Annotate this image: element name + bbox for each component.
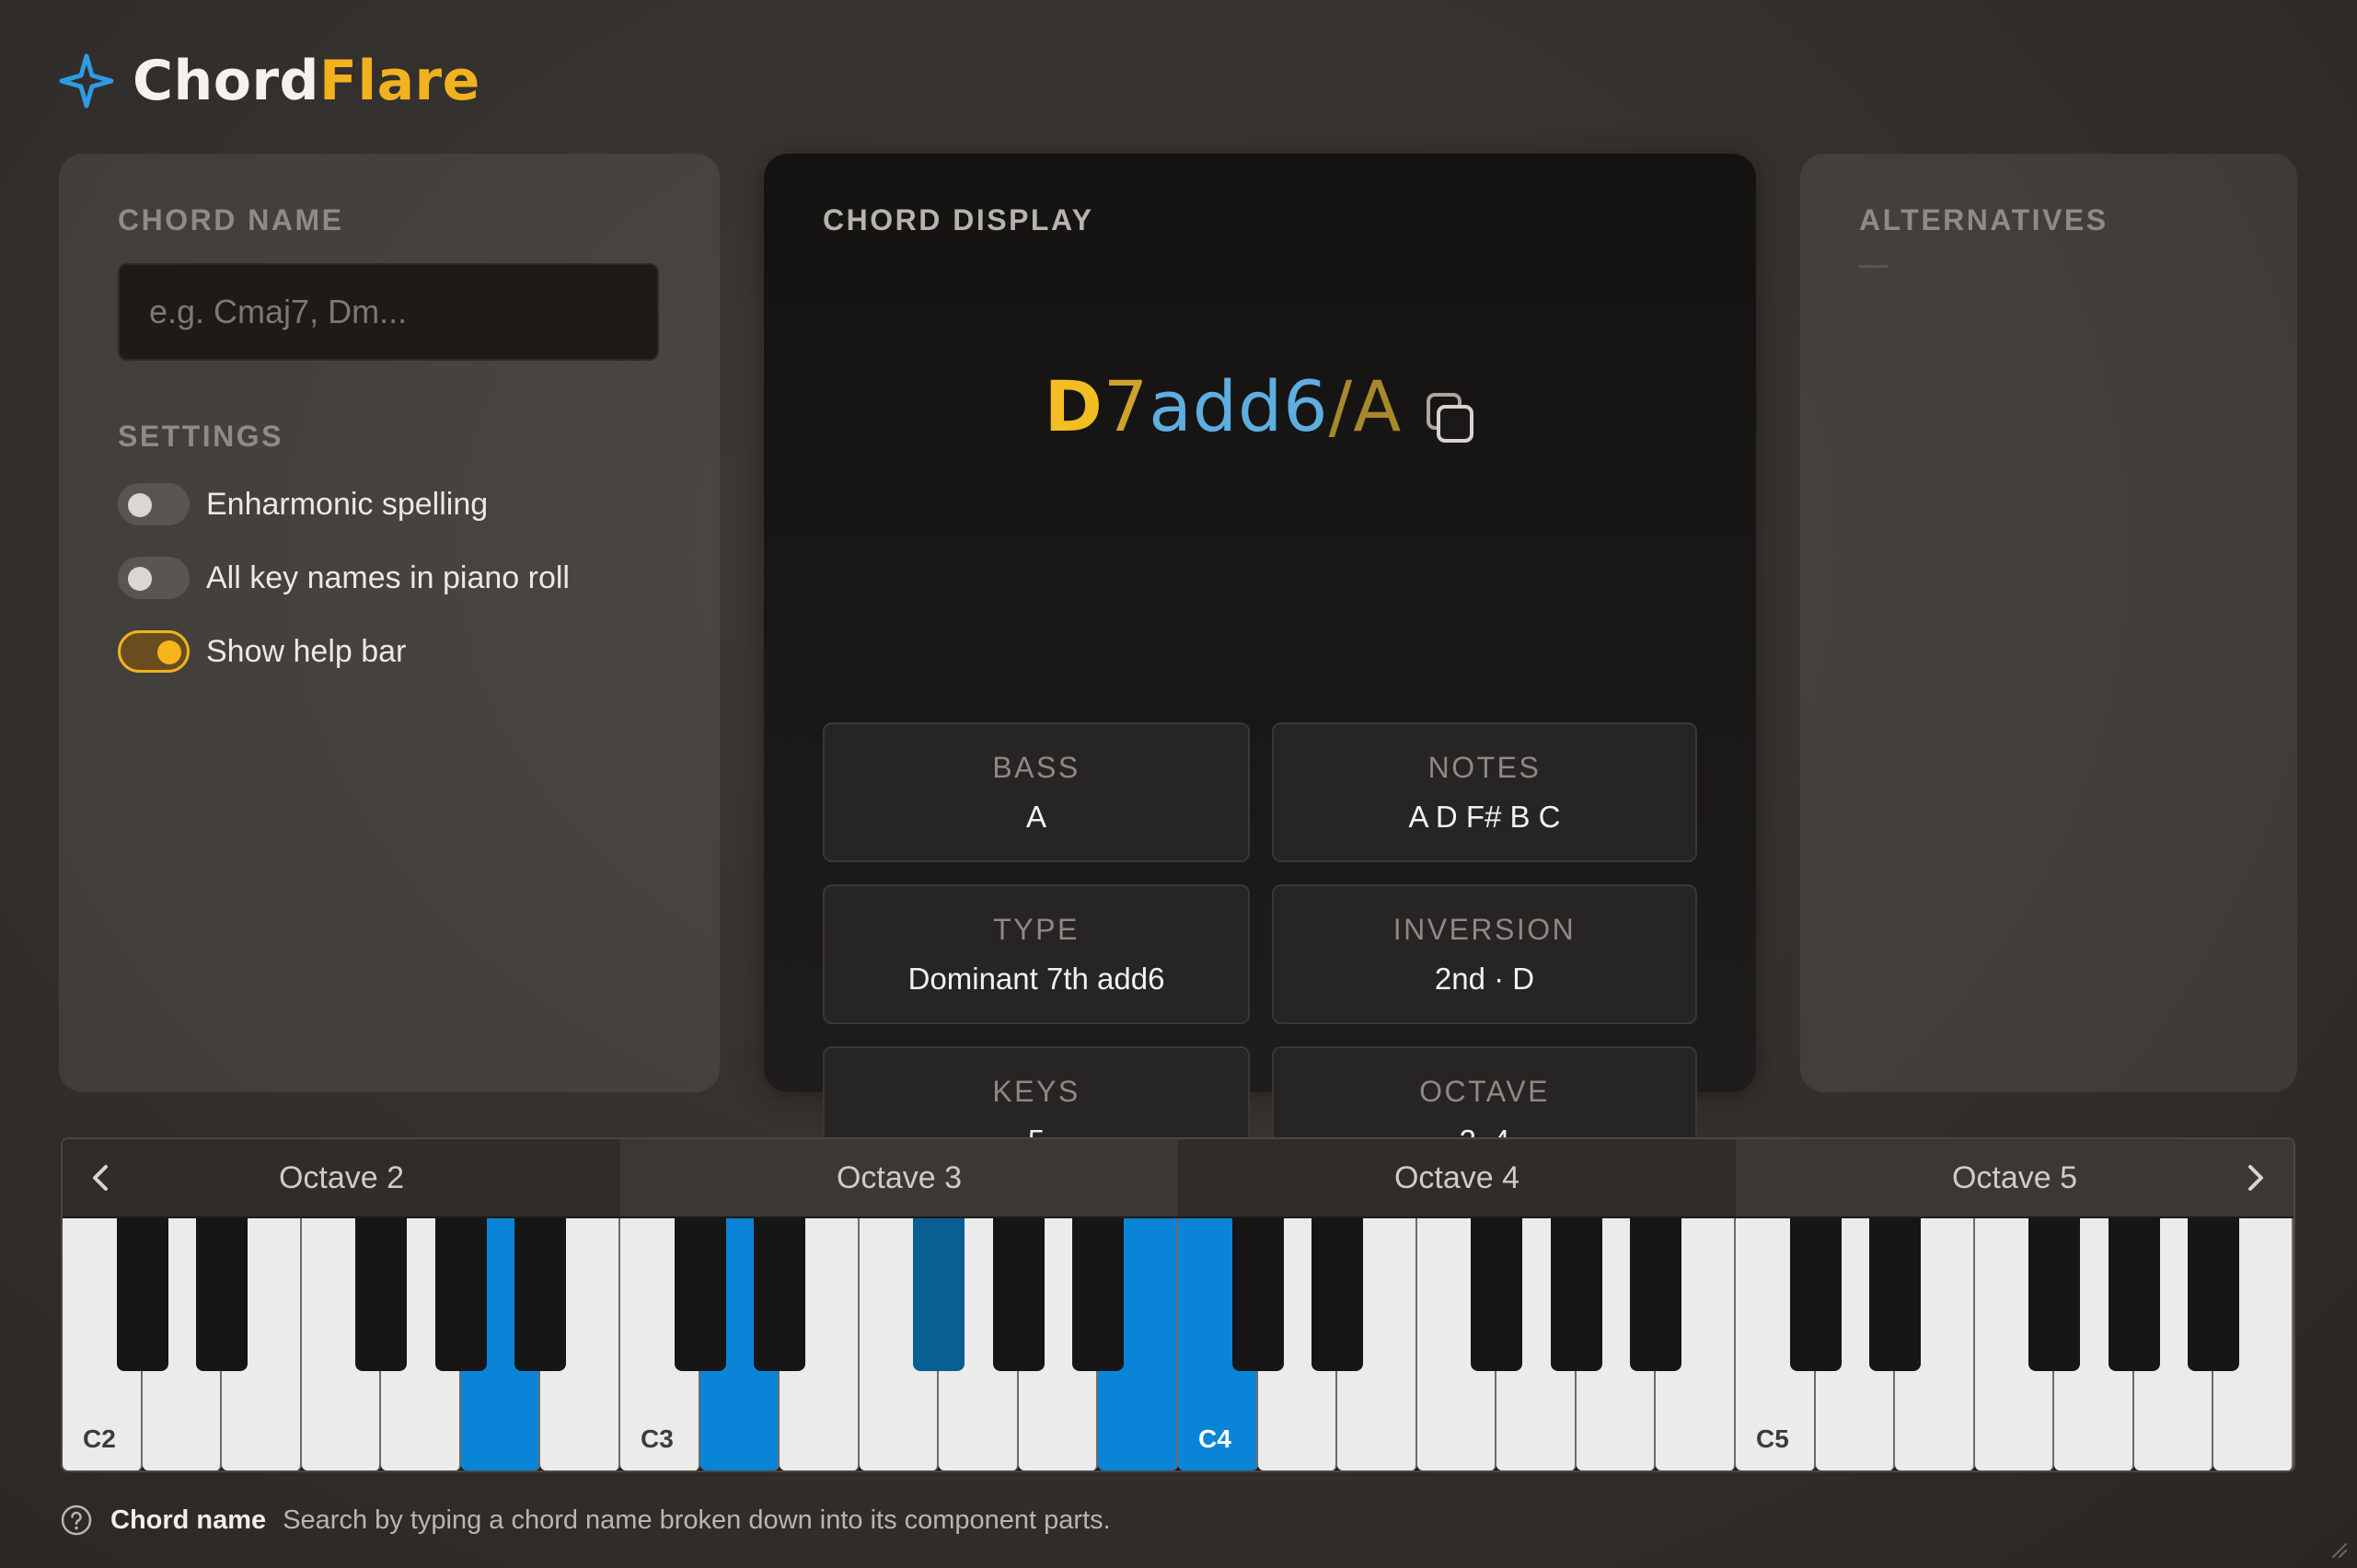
enharmonic-spelling-toggle[interactable] [118, 483, 190, 525]
tab-octave-5[interactable]: Octave 5 [1736, 1139, 2293, 1216]
all-key-names-toggle[interactable] [118, 557, 190, 599]
key-label: C2 [83, 1424, 116, 1453]
piano-roll: Octave 2 Octave 3 Octave 4 Octave 5 C2 C3… [61, 1137, 2295, 1472]
chord-display-panel: CHORD DISPLAY D7add6/A BASS A NOTES A D … [764, 154, 1756, 1186]
help-text: Search by typing a chord name broken dow… [283, 1505, 1111, 1535]
info-label: NOTES [1427, 750, 1542, 784]
alternatives-empty-dash [1859, 265, 1889, 268]
piano-key-fs2[interactable] [355, 1218, 408, 1371]
help-title: Chord name [110, 1505, 267, 1535]
chevron-right-icon[interactable] [2236, 1159, 2273, 1196]
app-title-part1: Chord [133, 49, 320, 113]
piano-key-as2[interactable] [514, 1218, 567, 1371]
all-key-names-label: All key names in piano roll [206, 559, 570, 595]
chord-name-input[interactable] [118, 263, 659, 361]
show-help-bar-toggle[interactable] [118, 630, 190, 673]
tab-octave-3[interactable]: Octave 3 [620, 1139, 1178, 1216]
setting-enharmonic-row: Enharmonic spelling [118, 481, 661, 527]
piano-key-cs5[interactable] [1789, 1218, 1842, 1371]
alternatives-panel: ALTERNATIVES [1800, 154, 2297, 1092]
chord-quality: add6 [1149, 365, 1329, 447]
chord-root: D [1044, 365, 1103, 447]
info-label: TYPE [993, 912, 1080, 946]
octave-bar: Octave 2 Octave 3 Octave 4 Octave 5 [63, 1139, 2293, 1216]
alternatives-label: ALTERNATIVES [1859, 203, 2109, 236]
settings-label: SETTINGS [118, 420, 284, 453]
toggle-knob [157, 640, 181, 664]
setting-help-bar-row: Show help bar [118, 628, 661, 674]
piano-key-fs4[interactable] [1471, 1218, 1523, 1371]
sparkle-icon [59, 53, 114, 109]
piano-key-gs3[interactable] [992, 1218, 1045, 1371]
piano-key-cs3[interactable] [674, 1218, 726, 1371]
left-panel: CHORD NAME SETTINGS Enharmonic spelling … [59, 154, 720, 1092]
info-type: TYPE Dominant 7th add6 [823, 884, 1250, 1024]
piano-key-fs3[interactable] [913, 1218, 965, 1371]
app-title-part2: Flare [319, 49, 480, 113]
chord-slash-bass: /A [1328, 365, 1403, 447]
copy-icon [1427, 393, 1474, 443]
piano-key-gs5[interactable] [2108, 1218, 2160, 1371]
info-label: INVERSION [1392, 912, 1577, 946]
piano-key-ds4[interactable] [1311, 1218, 1364, 1371]
info-value: 2nd · D [1434, 961, 1535, 996]
tab-octave-4[interactable]: Octave 4 [1178, 1139, 1736, 1216]
help-icon [61, 1505, 92, 1536]
piano-key-ds2[interactable] [196, 1218, 248, 1371]
tab-octave-2[interactable]: Octave 2 [63, 1139, 620, 1216]
piano-key-ds3[interactable] [754, 1218, 806, 1371]
setting-key-names-row: All key names in piano roll [118, 555, 661, 601]
info-label: OCTAVE [1419, 1074, 1550, 1108]
piano-key-gs4[interactable] [1550, 1218, 1602, 1371]
app-title: ChordFlare [133, 49, 480, 113]
piano-key-as5[interactable] [2188, 1218, 2240, 1371]
piano-keys: C2 C3 C4 C5 [63, 1218, 2293, 1470]
info-notes: NOTES A D F# B C [1272, 722, 1697, 862]
info-value: A D F# B C [1408, 799, 1561, 834]
show-help-bar-label: Show help bar [206, 633, 407, 669]
chord-symbol: D7add6/A [764, 365, 1756, 447]
copy-button[interactable] [1426, 378, 1475, 443]
chord-seventh: 7 [1103, 365, 1150, 447]
piano-key-as3[interactable] [1072, 1218, 1125, 1371]
app-logo: ChordFlare [59, 48, 480, 114]
info-label: BASS [992, 750, 1080, 784]
key-label: C4 [1198, 1424, 1231, 1453]
resize-grip-icon[interactable] [2326, 1537, 2348, 1559]
piano-key-cs4[interactable] [1231, 1218, 1284, 1371]
chord-display-label: CHORD DISPLAY [823, 203, 1094, 236]
info-value: Dominant 7th add6 [907, 961, 1165, 996]
piano-key-cs2[interactable] [116, 1218, 168, 1371]
piano-key-as4[interactable] [1630, 1218, 1682, 1371]
key-label: C3 [641, 1424, 674, 1453]
info-value: A [1025, 799, 1046, 834]
key-label: C5 [1756, 1424, 1789, 1453]
info-inversion: INVERSION 2nd · D [1272, 884, 1697, 1024]
toggle-knob [128, 567, 152, 591]
enharmonic-spelling-label: Enharmonic spelling [206, 486, 489, 522]
piano-key-ds5[interactable] [1869, 1218, 1922, 1371]
info-label: KEYS [992, 1074, 1080, 1108]
info-bass: BASS A [823, 722, 1250, 862]
chord-name-label: CHORD NAME [118, 203, 344, 236]
piano-key-fs5[interactable] [2028, 1218, 2081, 1371]
help-bar: Chord name Search by typing a chord name… [61, 1502, 1111, 1539]
toggle-knob [128, 493, 152, 517]
chevron-left-icon[interactable] [83, 1159, 120, 1196]
piano-key-gs2[interactable] [434, 1218, 487, 1371]
chord-info-grid: BASS A NOTES A D F# B C TYPE Dominant 7t… [823, 722, 1697, 1186]
